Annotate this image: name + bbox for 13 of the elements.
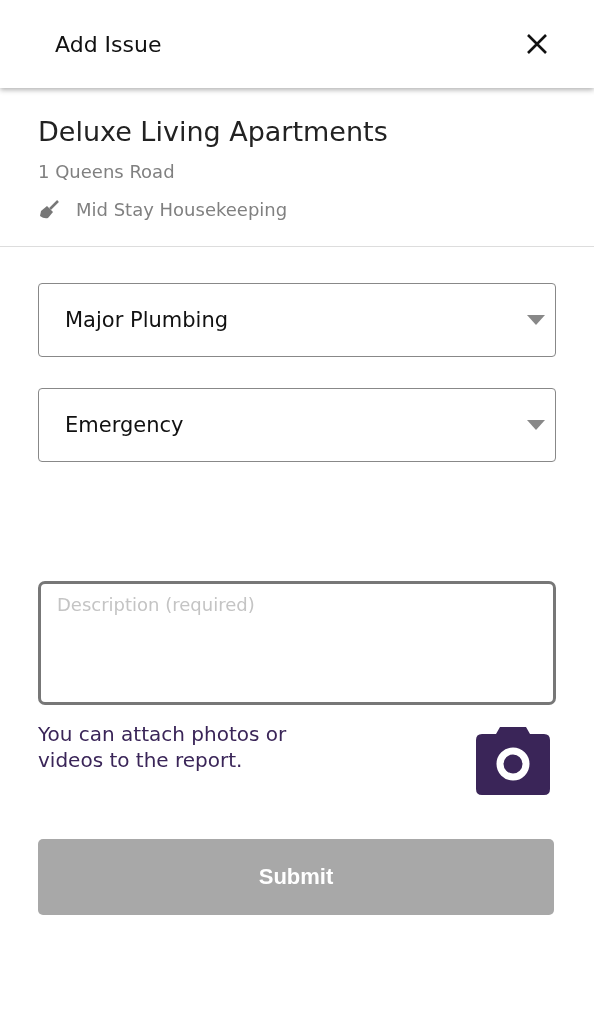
camera-icon[interactable] <box>476 727 550 795</box>
close-icon[interactable] <box>526 33 548 55</box>
property-address: 1 Queens Road <box>38 161 176 182</box>
caret-icon <box>527 420 545 430</box>
screen-title: Add Issue <box>55 31 162 57</box>
caret-icon <box>527 315 545 325</box>
dropdown-field[interactable]: Emergency <box>38 388 556 462</box>
dropdown-field[interactable]: Major Plumbing <box>38 283 556 357</box>
broom-icon <box>38 198 60 220</box>
service-type: Mid Stay Housekeeping <box>76 198 288 220</box>
description-field[interactable]: Description (required) <box>38 581 556 705</box>
property-name: Deluxe Living Apartments <box>38 116 389 147</box>
attach-hint: You can attach photos or videos to the report. <box>38 721 288 773</box>
